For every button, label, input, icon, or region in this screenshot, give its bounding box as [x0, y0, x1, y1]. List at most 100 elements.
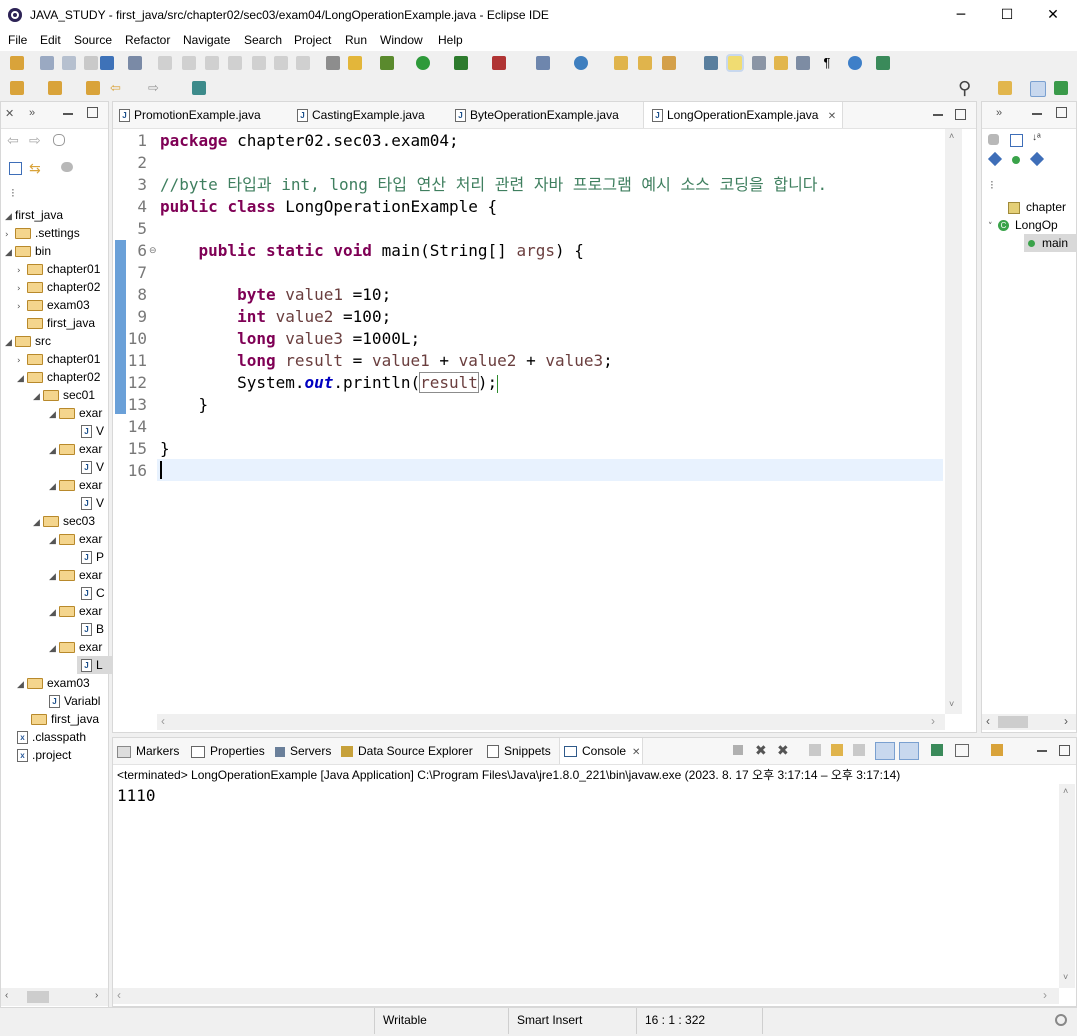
tree-item[interactable]: JV — [81, 458, 104, 476]
scroll-down-icon[interactable]: ˅ — [1063, 972, 1068, 982]
tree-item-selected[interactable]: JL — [77, 656, 112, 674]
code-line[interactable]: package chapter02.sec03.exam04; — [160, 130, 459, 152]
tree-item[interactable]: ◢ exar — [49, 476, 102, 494]
collapse-arrow-icon[interactable]: ˅ — [988, 218, 998, 236]
tree-item[interactable]: ◢ exar — [49, 404, 102, 422]
scroll-lock-icon[interactable] — [831, 744, 843, 756]
progress-icon[interactable] — [1055, 1014, 1067, 1026]
tree-item[interactable]: › chapter02 — [17, 278, 100, 296]
tab-promotion-example[interactable]: J PromotionExample.java — [119, 102, 261, 128]
step-over-icon[interactable] — [274, 56, 288, 70]
maximize-editor-icon[interactable] — [955, 109, 966, 120]
code-line[interactable]: } — [160, 394, 209, 416]
clear-console-icon[interactable] — [809, 744, 821, 756]
menu-project[interactable]: Project — [294, 33, 331, 47]
terminate-icon[interactable] — [205, 56, 219, 70]
run-icon[interactable] — [416, 56, 430, 70]
overflow-icon[interactable]: » — [29, 107, 35, 119]
search-tool-icon[interactable] — [662, 56, 676, 70]
tree-item[interactable]: › chapter01 — [17, 260, 100, 278]
code-line[interactable]: public static void main(String[] args) { — [160, 240, 584, 262]
home-icon[interactable] — [53, 134, 65, 146]
tab-casting-example[interactable]: J CastingExample.java — [297, 102, 425, 128]
status-cursor-position[interactable]: 16 : 1 : 322 — [645, 1013, 705, 1027]
view-menu-icon[interactable]: ⁝ — [990, 178, 994, 192]
external-tools-icon[interactable] — [492, 56, 506, 70]
hide-fields-icon[interactable] — [987, 151, 1003, 167]
print-icon[interactable] — [84, 56, 98, 70]
vertical-scrollbar[interactable]: ˄ ˅ — [945, 129, 962, 714]
vertical-scrollbar[interactable]: ˄ ˅ — [1059, 784, 1075, 988]
previous-annotation-icon[interactable] — [48, 81, 62, 95]
step-into-icon[interactable] — [252, 56, 266, 70]
horizontal-scrollbar[interactable]: ‹ › — [982, 714, 1076, 730]
tab-properties[interactable]: Properties — [191, 738, 265, 764]
forward-nav-icon[interactable]: ⇨ — [29, 132, 41, 149]
pin-console-icon[interactable] — [931, 744, 943, 756]
link-editor-icon[interactable]: ⇆ — [29, 160, 41, 177]
display-selected-console-icon[interactable] — [955, 744, 969, 757]
minimize-editor-icon[interactable] — [933, 114, 943, 116]
resume-icon[interactable] — [158, 56, 172, 70]
forward-icon[interactable]: ⇨ — [148, 81, 162, 95]
tab-close-icon[interactable]: ✕ — [828, 111, 836, 122]
scroll-right-icon[interactable]: › — [931, 714, 935, 728]
open-task-icon[interactable] — [638, 56, 652, 70]
close-icon[interactable]: ✕ — [5, 107, 14, 120]
tree-item[interactable]: ◢ exar — [49, 638, 102, 656]
scroll-right-icon[interactable]: › — [95, 990, 98, 1001]
minimize-view-icon[interactable] — [1032, 113, 1042, 115]
menu-window[interactable]: Window — [380, 33, 423, 47]
outline-item-selected[interactable]: main — [1024, 234, 1076, 252]
word-wrap-icon[interactable] — [853, 744, 865, 756]
save-all-icon[interactable] — [62, 56, 76, 70]
scroll-down-icon[interactable]: ˅ — [949, 699, 954, 709]
show-on-stdout-icon[interactable] — [875, 742, 895, 760]
remove-all-terminated-icon[interactable]: ✖ — [777, 742, 789, 759]
filter-icon[interactable] — [61, 162, 73, 172]
suspend-icon[interactable] — [182, 56, 196, 70]
scroll-right-icon[interactable]: › — [1064, 714, 1068, 728]
tree-item[interactable]: x .classpath — [17, 728, 86, 746]
show-on-stderr-icon[interactable] — [899, 742, 919, 760]
maximize-view-icon[interactable] — [1056, 107, 1067, 118]
disconnect-icon[interactable] — [228, 56, 242, 70]
scroll-left-icon[interactable]: ‹ — [5, 990, 8, 1001]
minimize-view-icon[interactable] — [63, 113, 73, 115]
collapse-all-icon[interactable] — [1010, 134, 1023, 147]
collapse-arrow-icon[interactable]: ◢ — [49, 406, 59, 424]
use-step-filters-icon[interactable] — [348, 56, 362, 70]
web-browser-icon[interactable] — [848, 56, 862, 70]
tab-snippets[interactable]: Snippets — [487, 738, 551, 764]
save-icon[interactable] — [40, 56, 54, 70]
skip-breakpoints-icon[interactable] — [128, 56, 142, 70]
tree-item[interactable]: ◢ sec01 — [33, 386, 95, 404]
code-comment[interactable]: //byte 타입과 int, long 타입 연산 처리 관련 자바 프로그램… — [160, 174, 827, 196]
collapse-arrow-icon[interactable]: ◢ — [49, 604, 59, 622]
back-nav-icon[interactable]: ⇦ — [7, 132, 19, 149]
word-wrap-icon[interactable] — [774, 56, 788, 70]
debug-icon[interactable] — [380, 56, 394, 70]
step-return-icon[interactable] — [296, 56, 310, 70]
maximize-view-icon[interactable] — [87, 107, 98, 118]
tree-item[interactable]: J Variabl — [49, 692, 100, 710]
menu-edit[interactable]: Edit — [40, 33, 61, 47]
tab-servers[interactable]: Servers — [275, 738, 331, 764]
new-server-icon[interactable] — [536, 56, 550, 70]
collapse-arrow-icon[interactable]: ◢ — [49, 640, 59, 658]
tree-item[interactable]: JB — [81, 620, 104, 638]
back-icon[interactable]: ⇦ — [110, 81, 124, 95]
scroll-thumb[interactable] — [998, 716, 1028, 728]
tree-item[interactable]: ◢ bin — [5, 242, 51, 260]
menu-help[interactable]: Help — [438, 33, 463, 47]
tree-item[interactable]: first_java — [27, 314, 95, 332]
tree-item[interactable]: ◢ sec03 — [33, 512, 95, 530]
scroll-left-icon[interactable]: ‹ — [986, 714, 990, 728]
scroll-up-icon[interactable]: ˄ — [1063, 786, 1068, 796]
collapse-arrow-icon[interactable]: ◢ — [33, 514, 43, 532]
new-icon[interactable] — [10, 56, 24, 70]
next-annotation-icon[interactable] — [10, 81, 24, 95]
coverage-icon[interactable] — [454, 56, 468, 70]
open-console-icon[interactable] — [991, 744, 1003, 756]
open-perspective-icon[interactable] — [998, 81, 1012, 95]
